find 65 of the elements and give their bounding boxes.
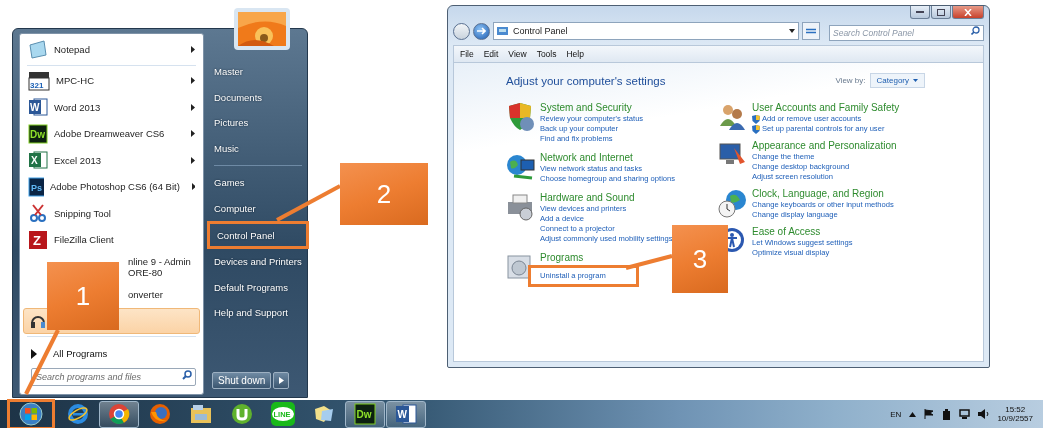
address-bar[interactable]: Control Panel: [493, 22, 799, 40]
clock[interactable]: 15:52 10/9/2557: [997, 405, 1033, 423]
program-item[interactable]: onverter: [123, 281, 200, 308]
category-title[interactable]: Network and Internet: [540, 152, 676, 164]
program-label: Adobe Photoshop CS6 (64 Bit): [49, 181, 180, 193]
program-item[interactable]: 321 MPC-HC: [23, 67, 200, 94]
place-item[interactable]: Documents: [210, 84, 306, 110]
category-title[interactable]: User Accounts and Family Safety: [752, 102, 900, 114]
place-item[interactable]: Help and Support: [210, 300, 306, 326]
taskbar-button[interactable]: Dw: [345, 400, 385, 428]
step-number-tooltip: 2: [340, 163, 428, 225]
program-label: Excel 2013: [54, 154, 101, 166]
program-item[interactable]: W Word 2013: [23, 94, 200, 121]
program-item[interactable]: Dw Adobe Dreamweaver CS6: [23, 120, 200, 147]
menu-item[interactable]: Help: [566, 49, 584, 59]
category-title[interactable]: System and Security: [540, 102, 644, 114]
program-label: Notepad: [54, 43, 90, 55]
search-field[interactable]: Search Control Panel: [829, 24, 984, 41]
filezilla-icon: Z: [28, 229, 48, 250]
program-item[interactable]: Z FileZilla Client: [23, 226, 200, 253]
step-number-tooltip: 1: [47, 262, 119, 330]
program-item[interactable]: Ps Adobe Photoshop CS6 (64 Bit): [23, 173, 200, 200]
all-programs-item[interactable]: All Programs: [23, 344, 200, 363]
program-item[interactable]: nline 9 - Admin ORE-80: [123, 253, 202, 281]
menu-item[interactable]: Edit: [483, 49, 499, 59]
page-heading: Adjust your computer's settings: [506, 74, 666, 87]
photoshop-icon: Ps: [28, 176, 44, 197]
program-label: Snipping Tool: [54, 207, 111, 219]
step-number-tooltip: 3: [672, 225, 728, 293]
place-item[interactable]: Control Panel: [213, 222, 279, 248]
program-label: Adobe Dreamweaver CS6: [54, 128, 165, 140]
dreamweaver-icon: Dw: [28, 123, 48, 144]
category-title[interactable]: Appearance and Personalization: [752, 140, 897, 152]
clock-time: 15:52: [1005, 405, 1026, 414]
program-label: FileZilla Client: [54, 234, 114, 246]
category-title[interactable]: Programs: [540, 252, 639, 264]
view-by-dropdown[interactable]: Category: [869, 73, 925, 88]
menu-item[interactable]: View: [508, 49, 527, 59]
place-item[interactable]: Computer: [210, 195, 306, 221]
place-item[interactable]: Default Programs: [210, 274, 306, 300]
language-indicator[interactable]: EN: [890, 409, 902, 419]
place-item[interactable]: Master: [210, 59, 306, 85]
category-title[interactable]: Ease of Access: [752, 226, 853, 238]
program-label: MPC-HC: [56, 75, 94, 87]
menu-item[interactable]: Tools: [536, 49, 557, 59]
clock-date: 10/9/2557: [997, 414, 1033, 423]
category-title[interactable]: Clock, Language, and Region: [752, 188, 894, 200]
program-item[interactable]: X Excel 2013: [23, 147, 200, 174]
category-title[interactable]: Hardware and Sound: [540, 192, 673, 204]
program-label: Word 2013: [54, 101, 101, 113]
menu-item[interactable]: File: [460, 49, 474, 59]
shut-down-button[interactable]: Shut down: [212, 372, 272, 389]
breadcrumb: Control Panel: [513, 26, 568, 36]
place-item[interactable]: Music: [210, 135, 306, 161]
place-item[interactable]: Devices and Printers: [210, 249, 306, 275]
place-item[interactable]: Pictures: [210, 110, 306, 136]
view-by-label: View by:: [835, 76, 866, 85]
search-field[interactable]: Search programs and files: [31, 368, 196, 386]
taskbar-button[interactable]: W: [386, 400, 426, 428]
program-item[interactable]: Notepad: [23, 36, 200, 63]
program-item[interactable]: Snipping Tool: [23, 200, 200, 227]
place-item[interactable]: Games: [210, 170, 306, 196]
dreamweaver-icon: Dw: [354, 403, 376, 425]
program-label: onverter: [128, 288, 163, 300]
program-label: nline 9 - Admin ORE-80: [128, 256, 191, 278]
